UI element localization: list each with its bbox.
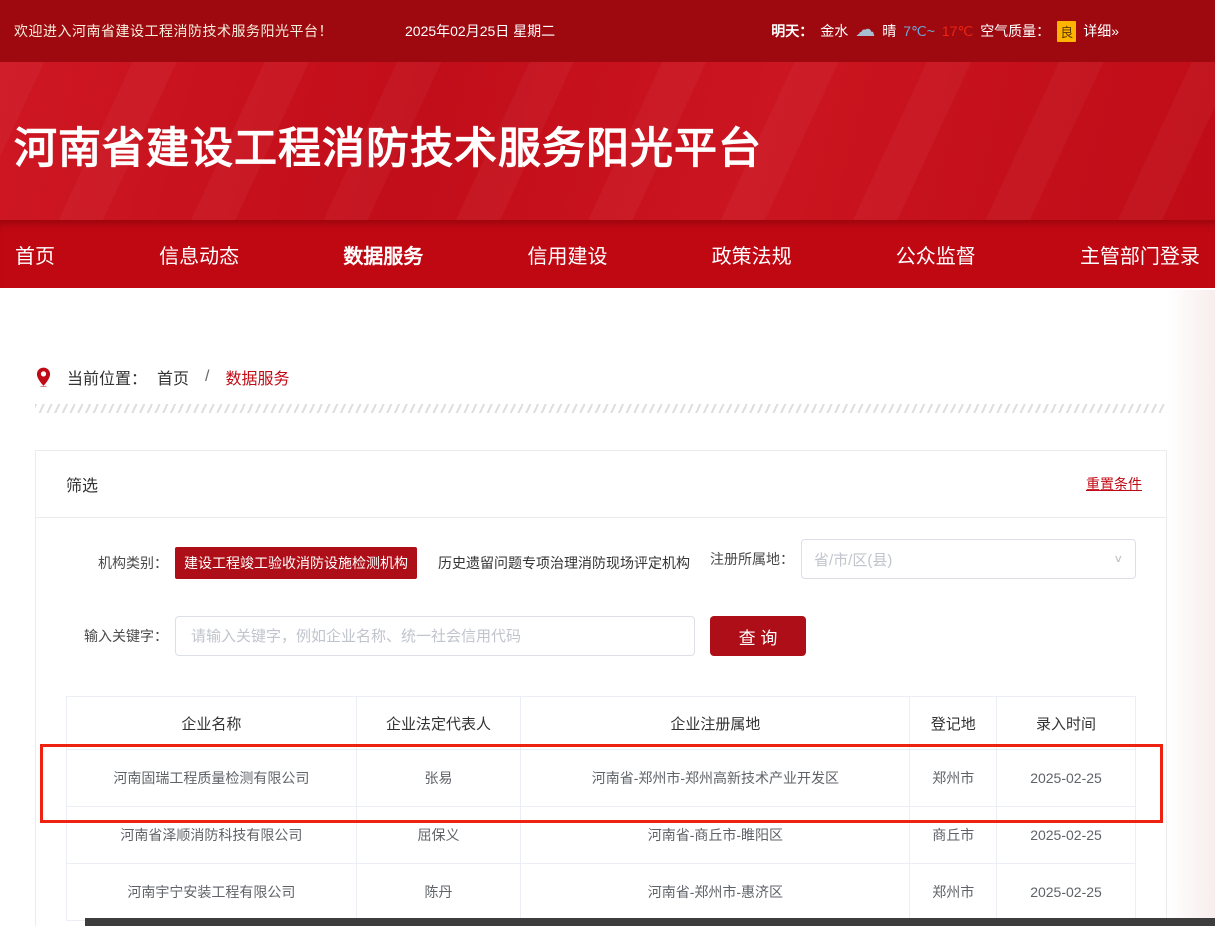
- column-header: 企业注册属地: [521, 697, 910, 750]
- table-cell: 河南省-郑州市-惠济区: [521, 864, 910, 921]
- breadcrumb-label: 当前位置：: [67, 365, 147, 389]
- weather-condition: 晴: [882, 21, 896, 41]
- right-edge-tint: [1167, 290, 1215, 926]
- region-label: 注册所属地：: [692, 549, 794, 569]
- table-cell: 屈保义: [356, 807, 521, 864]
- region-group: 注册所属地： 省/市/区(县) ∨: [692, 539, 1136, 579]
- table-cell: 郑州市: [910, 864, 997, 921]
- region-select[interactable]: 省/市/区(县) ∨: [801, 539, 1136, 579]
- table-row: 河南宇宁安装工程有限公司陈丹河南省-郑州市-惠济区郑州市2025-02-25: [67, 864, 1136, 921]
- column-header: 登记地: [910, 697, 997, 750]
- table-cell: 河南省-商丘市-睢阳区: [521, 807, 910, 864]
- breadcrumb-home-link[interactable]: 首页: [157, 365, 189, 389]
- nav-item-1[interactable]: 首页: [15, 240, 55, 269]
- weather-detail-link[interactable]: 详细»: [1083, 21, 1119, 41]
- table-cell: 郑州市: [910, 750, 997, 807]
- weather-district: 金水: [820, 21, 848, 41]
- temp-high: 17℃: [942, 23, 973, 40]
- table-cell: 河南固瑞工程质量检测有限公司: [67, 750, 357, 807]
- nav-item-6[interactable]: 公众监督: [896, 240, 976, 269]
- results-table-body: 河南固瑞工程质量检测有限公司张易河南省-郑州市-郑州高新技术产业开发区郑州市20…: [67, 750, 1136, 921]
- table-row: 河南固瑞工程质量检测有限公司张易河南省-郑州市-郑州高新技术产业开发区郑州市20…: [67, 750, 1136, 807]
- table-cell: 河南省泽顺消防科技有限公司: [67, 807, 357, 864]
- keyword-label: 输入关键字：: [66, 626, 168, 646]
- reset-filters-link[interactable]: 重置条件: [1086, 474, 1142, 494]
- air-quality-badge: 良: [1057, 21, 1076, 42]
- weather-tomorrow-label: 明天：: [771, 21, 813, 41]
- table-cell: 河南省-郑州市-郑州高新技术产业开发区: [521, 750, 910, 807]
- breadcrumb: 当前位置： 首页 / 数据服务: [36, 358, 290, 396]
- nav-item-5[interactable]: 政策法规: [712, 240, 792, 269]
- nav-item-4[interactable]: 信用建设: [527, 240, 607, 269]
- category-options: 建设工程竣工验收消防设施检测机构历史遗留问题专项治理消防现场评定机构: [175, 547, 699, 579]
- filter-panel: 筛选 重置条件 机构类别： 建设工程竣工验收消防设施检测机构历史遗留问题专项治理…: [35, 450, 1167, 926]
- keyword-input[interactable]: [175, 616, 695, 656]
- breadcrumb-current: 数据服务: [225, 365, 289, 389]
- nav-item-2[interactable]: 信息动态: [159, 240, 239, 269]
- site-title: 河南省建设工程消防技术服务阳光平台: [0, 62, 1215, 176]
- topbar: 欢迎进入河南省建设工程消防技术服务阳光平台！ 2025年02月25日 星期二 明…: [0, 0, 1215, 62]
- divider-slashes: [35, 404, 1167, 413]
- location-pin-icon: [36, 367, 51, 387]
- table-cell: 河南宇宁安装工程有限公司: [67, 864, 357, 921]
- results-table: 企业名称企业法定代表人企业注册属地登记地录入时间 河南固瑞工程质量检测有限公司张…: [66, 696, 1136, 921]
- table-cell: 商丘市: [910, 807, 997, 864]
- table-cell: 2025-02-25: [997, 807, 1136, 864]
- air-quality-label: 空气质量：: [980, 21, 1050, 41]
- table-cell: 2025-02-25: [997, 750, 1136, 807]
- column-header: 企业名称: [67, 697, 357, 750]
- table-cell: 张易: [356, 750, 521, 807]
- date-text: 2025年02月25日 星期二: [405, 21, 555, 41]
- category-label: 机构类别：: [66, 553, 168, 573]
- welcome-text: 欢迎进入河南省建设工程消防技术服务阳光平台！: [14, 21, 333, 41]
- nav-item-3[interactable]: 数据服务: [343, 240, 423, 269]
- main-nav: 首页 信息动态 数据服务 信用建设 政策法规 公众监督 主管部门登录: [0, 220, 1215, 288]
- keyword-filter-row: 输入关键字： 查 询: [66, 616, 1136, 656]
- column-header: 企业法定代表人: [356, 697, 521, 750]
- category-option-2[interactable]: 历史遗留问题专项治理消防现场评定机构: [429, 547, 699, 579]
- results-table-head: 企业名称企业法定代表人企业注册属地登记地录入时间: [67, 697, 1136, 750]
- bottom-dark-bar: [85, 918, 1215, 926]
- filter-panel-header: 筛选 重置条件: [36, 451, 1166, 518]
- table-cell: 2025-02-25: [997, 864, 1136, 921]
- header-row: 企业名称企业法定代表人企业注册属地登记地录入时间: [67, 697, 1136, 750]
- site-banner: 河南省建设工程消防技术服务阳光平台: [0, 62, 1215, 220]
- filter-panel-title: 筛选: [66, 472, 98, 496]
- search-button[interactable]: 查 询: [710, 616, 806, 656]
- breadcrumb-separator: /: [205, 368, 209, 386]
- table-cell: 陈丹: [356, 864, 521, 921]
- temp-low: 7℃~: [903, 23, 935, 40]
- table-row: 河南省泽顺消防科技有限公司屈保义河南省-商丘市-睢阳区商丘市2025-02-25: [67, 807, 1136, 864]
- cloud-icon: ☁: [855, 20, 875, 40]
- category-option-1[interactable]: 建设工程竣工验收消防设施检测机构: [175, 547, 417, 579]
- chevron-down-icon: ∨: [1113, 553, 1123, 566]
- nav-item-7[interactable]: 主管部门登录: [1080, 240, 1200, 269]
- column-header: 录入时间: [997, 697, 1136, 750]
- weather-widget: 明天： 金水 ☁ 晴 7℃~ 17℃ 空气质量： 良 详细»: [771, 21, 1119, 42]
- region-select-placeholder: 省/市/区(县): [814, 549, 892, 570]
